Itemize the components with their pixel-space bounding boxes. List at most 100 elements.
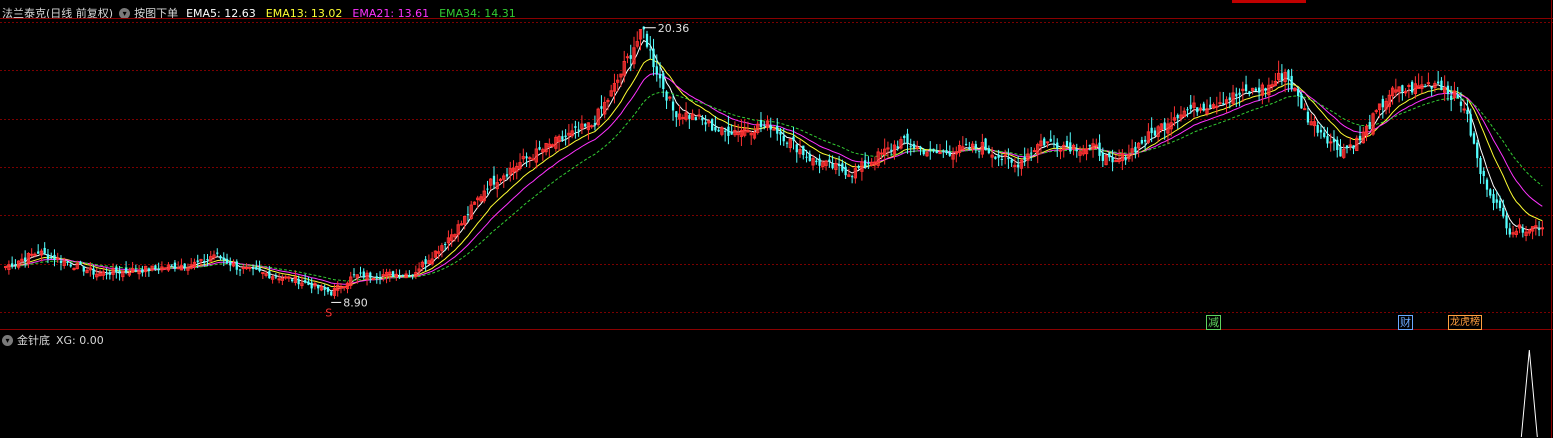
candle-body-down bbox=[763, 124, 766, 126]
candle-body-down bbox=[688, 115, 691, 119]
candle-body-down bbox=[235, 261, 238, 270]
candle-body-down bbox=[782, 135, 785, 142]
candle-body-down bbox=[1300, 93, 1303, 109]
candle-body-down bbox=[948, 152, 951, 156]
candle-body-down bbox=[154, 265, 157, 269]
candle-body-down bbox=[147, 268, 151, 272]
candle-body-down bbox=[1466, 109, 1469, 115]
candle-body-up bbox=[30, 253, 34, 256]
candle-body-down bbox=[1254, 88, 1257, 91]
candle-body-down bbox=[561, 136, 564, 140]
candle-body-down bbox=[704, 122, 707, 125]
candle-body-down bbox=[1345, 145, 1349, 149]
candle-body-down bbox=[600, 106, 603, 109]
candle-body-down bbox=[1485, 179, 1489, 190]
candle-body-down bbox=[1332, 138, 1336, 143]
candle-body-up bbox=[528, 157, 532, 160]
candle-body-down bbox=[1489, 189, 1492, 196]
candle-body-down bbox=[222, 257, 225, 261]
candle-body-down bbox=[1326, 136, 1329, 144]
ema-lines bbox=[5, 39, 1543, 292]
candle-body-down bbox=[1492, 194, 1495, 204]
candle-body-down bbox=[655, 66, 658, 75]
candle-body-down bbox=[134, 270, 137, 272]
signal-finance-badge[interactable]: 财 bbox=[1398, 315, 1413, 330]
candle-body-down bbox=[984, 138, 987, 151]
candle-body-down bbox=[268, 271, 271, 279]
candle-body-down bbox=[671, 101, 675, 111]
candle-body-down bbox=[1339, 147, 1342, 157]
candle-body-down bbox=[694, 117, 697, 121]
candle-body-up bbox=[1407, 84, 1411, 87]
candle-body-down bbox=[43, 247, 46, 254]
candle-body-down bbox=[46, 254, 50, 259]
ema34-line bbox=[5, 91, 1543, 282]
candle-body-down bbox=[903, 135, 906, 139]
candle-body-up bbox=[531, 158, 535, 161]
candle-body-down bbox=[1498, 200, 1502, 209]
candle-body-down bbox=[141, 269, 144, 273]
candle-body-down bbox=[118, 270, 121, 274]
candle-body-up bbox=[176, 267, 180, 270]
candle-body-down bbox=[1222, 103, 1225, 105]
candle-body-up bbox=[342, 285, 346, 288]
signal-longhu-badge[interactable]: 龙虎榜 bbox=[1448, 315, 1482, 330]
candle-body-down bbox=[987, 148, 991, 154]
candle-body-down bbox=[255, 267, 258, 270]
candle-body-down bbox=[251, 268, 255, 270]
candle-body-down bbox=[1472, 133, 1476, 144]
candle-body-down bbox=[66, 261, 69, 263]
grid-lines bbox=[0, 0, 1553, 438]
candle-body-down bbox=[815, 160, 818, 163]
candle-body-down bbox=[203, 260, 206, 263]
candle-body-up bbox=[1462, 108, 1466, 111]
candle-body-down bbox=[649, 49, 652, 51]
candle-body-down bbox=[124, 268, 128, 273]
candle-body-down bbox=[330, 291, 333, 296]
candle-body-down bbox=[196, 260, 199, 263]
candle-body-down bbox=[1134, 146, 1137, 153]
candle-body-down bbox=[1410, 81, 1414, 93]
candle-body-down bbox=[727, 126, 730, 136]
candle-body-down bbox=[1088, 144, 1091, 147]
candle-body-up bbox=[1215, 105, 1219, 108]
candle-body-down bbox=[1186, 109, 1189, 111]
high-price-label: 20.36 bbox=[658, 22, 690, 35]
candle-body-down bbox=[1336, 139, 1339, 150]
candle-body-down bbox=[310, 282, 313, 289]
candle-body-down bbox=[662, 73, 665, 90]
candle-body-down bbox=[1163, 122, 1166, 130]
candle-body-down bbox=[307, 281, 310, 285]
low-price-label: 8.90 bbox=[343, 296, 368, 309]
candle-body-down bbox=[844, 166, 847, 176]
candle-body-down bbox=[828, 159, 831, 162]
price-chart[interactable]: 20.36 8.90 S bbox=[0, 0, 1553, 438]
candle-body-down bbox=[24, 257, 27, 262]
candle-body-down bbox=[1495, 199, 1498, 203]
signal-reduce-badge[interactable]: 减 bbox=[1206, 315, 1221, 330]
candle-body-down bbox=[1257, 87, 1261, 93]
candle-body-down bbox=[645, 33, 649, 47]
candle-body-down bbox=[779, 132, 782, 135]
buy-signal-s: S bbox=[325, 306, 332, 319]
candle-body-down bbox=[759, 120, 763, 127]
candle-body-down bbox=[14, 264, 17, 266]
candle-body-down bbox=[326, 287, 330, 292]
candle-body-down bbox=[401, 274, 404, 276]
candle-body-down bbox=[219, 255, 222, 259]
candle-body-down bbox=[108, 272, 111, 275]
candle-body-down bbox=[997, 154, 1000, 158]
candle-body-down bbox=[362, 271, 365, 278]
candle-body-down bbox=[1000, 158, 1004, 160]
candle-body-down bbox=[206, 259, 209, 261]
candle-body-down bbox=[408, 274, 411, 277]
candle-body-down bbox=[290, 279, 294, 282]
candle-body-down bbox=[864, 160, 867, 167]
candle-body-down bbox=[1505, 215, 1508, 229]
candle-body-up bbox=[72, 268, 76, 271]
candle-body-up bbox=[241, 267, 245, 270]
candle-body-down bbox=[584, 123, 587, 127]
candle-body-down bbox=[216, 252, 219, 254]
candle-body-down bbox=[802, 145, 805, 156]
ema13-line bbox=[5, 58, 1543, 288]
